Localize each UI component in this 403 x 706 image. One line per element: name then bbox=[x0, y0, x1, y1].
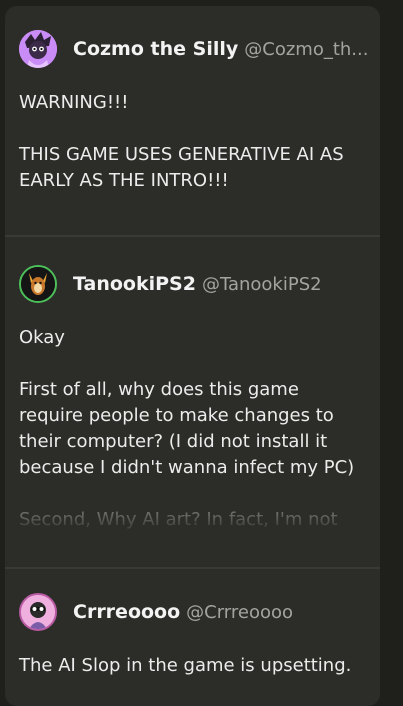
post-paragraph: Second, Why AI art? In fact, I'm not bbox=[19, 509, 338, 530]
comment-post: TanookiPS2 @TanookiPS2 Okay First of all… bbox=[5, 237, 380, 567]
post-paragraph: The AI Slop in the game is upsetting. bbox=[19, 655, 352, 676]
author-handle[interactable]: @Crrreoooo bbox=[186, 602, 293, 623]
post-paragraph: THIS GAME USES GENERATIVE AI AS EARLY AS… bbox=[19, 144, 344, 191]
post-body: Okay First of all, why does this game re… bbox=[19, 325, 364, 533]
avatar-icon[interactable] bbox=[19, 265, 57, 303]
author-name[interactable]: TanookiPS2 bbox=[73, 273, 196, 295]
comment-feed: Cozmo the Silly @Cozmo_th... WARNING!!! … bbox=[5, 6, 380, 706]
author-handle[interactable]: @Cozmo_th... bbox=[244, 39, 368, 60]
author-name[interactable]: Cozmo the Silly bbox=[73, 38, 238, 60]
post-paragraph: WARNING!!! bbox=[19, 92, 129, 113]
author-name[interactable]: Crrreoooo bbox=[73, 601, 180, 623]
post-paragraph: Okay bbox=[19, 327, 65, 348]
comment-post: Crrreoooo @Crrreoooo The AI Slop in the … bbox=[5, 569, 380, 706]
post-header: TanookiPS2 @TanookiPS2 bbox=[19, 265, 369, 303]
post-body: The AI Slop in the game is upsetting. bbox=[19, 653, 364, 679]
post-header: Cozmo the Silly @Cozmo_th... bbox=[19, 30, 369, 68]
post-body: WARNING!!! THIS GAME USES GENERATIVE AI … bbox=[19, 90, 364, 194]
avatar-icon[interactable] bbox=[19, 30, 57, 68]
comment-post: Cozmo the Silly @Cozmo_th... WARNING!!! … bbox=[5, 6, 380, 235]
post-paragraph: First of all, why does this game require… bbox=[19, 379, 355, 478]
author-handle[interactable]: @TanookiPS2 bbox=[202, 274, 322, 295]
post-header: Crrreoooo @Crrreoooo bbox=[19, 593, 369, 631]
avatar-icon[interactable] bbox=[19, 593, 57, 631]
